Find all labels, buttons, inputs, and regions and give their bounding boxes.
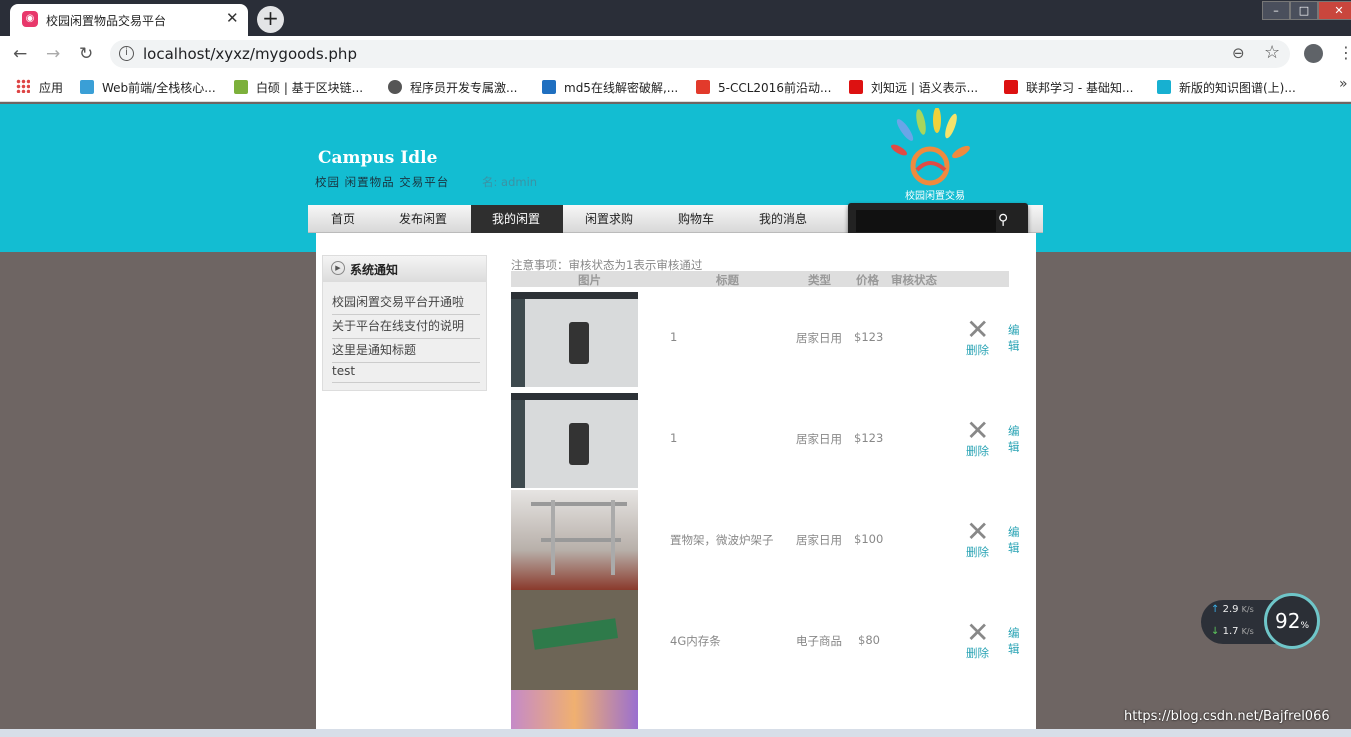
- delete-icon[interactable]: ✕: [966, 518, 989, 546]
- bookmark-apps[interactable]: 应用: [39, 79, 63, 96]
- minimize-button[interactable]: –: [1262, 1, 1290, 20]
- nav-cart[interactable]: 购物车: [678, 210, 714, 227]
- close-window-button[interactable]: ✕: [1318, 1, 1351, 20]
- nav-wanted[interactable]: 闲置求购: [585, 210, 633, 227]
- taskbar: [0, 729, 1351, 737]
- search-icon[interactable]: ⚲: [998, 212, 1008, 228]
- item-type: 居家日用: [796, 432, 842, 446]
- item-image[interactable]: [511, 292, 638, 387]
- account-icon[interactable]: [1304, 44, 1323, 63]
- item-title: 1: [670, 431, 678, 445]
- item-image[interactable]: [511, 490, 638, 590]
- bookmark-item[interactable]: 白硕 | 基于区块链...: [234, 79, 363, 96]
- item-image[interactable]: [511, 590, 638, 690]
- forward-icon[interactable]: →: [46, 44, 60, 64]
- item-type: 电子商品: [796, 634, 842, 648]
- edit-link[interactable]: 编辑: [1008, 322, 1022, 354]
- bookmark-star-icon[interactable]: ☆: [1264, 42, 1280, 63]
- user-name: 名: admin: [482, 175, 538, 189]
- site-subtitle: 校园 闲置物品 交易平台: [315, 175, 450, 189]
- edit-link[interactable]: 编辑: [1008, 625, 1022, 657]
- item-price: $123: [854, 330, 884, 344]
- info-icon[interactable]: i: [119, 46, 134, 61]
- item-price: $100: [854, 532, 884, 546]
- bookmark-favicon-icon: [234, 80, 248, 94]
- bookmark-item[interactable]: Web前端/全栈核心...: [80, 79, 216, 96]
- notice-title: 系统通知: [350, 263, 399, 277]
- logo-caption: 校园闲置交易: [905, 189, 965, 202]
- site-title: Campus Idle: [318, 148, 438, 168]
- edit-link[interactable]: 编辑: [1008, 423, 1022, 455]
- bookmark-item[interactable]: 程序员开发专属激...: [388, 79, 517, 96]
- nav-publish[interactable]: 发布闲置: [399, 210, 447, 227]
- item-price: $123: [854, 431, 884, 445]
- nav-home[interactable]: 首页: [331, 210, 355, 227]
- csdn-icon: [849, 80, 863, 94]
- nav-messages[interactable]: 我的消息: [759, 210, 807, 227]
- notice-item[interactable]: 这里是通知标题: [332, 341, 480, 363]
- bookmark-item[interactable]: md5在线解密破解,...: [542, 79, 678, 96]
- item-image[interactable]: [511, 690, 638, 729]
- delete-link[interactable]: 删除: [966, 645, 989, 661]
- play-icon: ▶: [331, 261, 345, 275]
- globe-icon: [388, 80, 402, 94]
- download-speed: ↓ 1.7 K/s: [1211, 626, 1254, 637]
- upload-speed: ↑ 2.9 K/s: [1211, 604, 1254, 615]
- reload-icon[interactable]: ↻: [79, 44, 93, 64]
- item-image[interactable]: [511, 393, 638, 488]
- delete-icon[interactable]: ✕: [966, 619, 989, 647]
- back-icon[interactable]: ←: [13, 44, 27, 64]
- bookmark-item[interactable]: 联邦学习 - 基础知...: [1004, 79, 1133, 96]
- notice-item[interactable]: 关于平台在线支付的说明: [332, 317, 480, 339]
- site-logo: 校园闲置交易: [891, 108, 970, 202]
- column-header: 类型: [808, 273, 831, 287]
- item-title: 4G内存条: [670, 634, 721, 648]
- item-price: $80: [858, 633, 880, 647]
- new-tab-button[interactable]: +: [257, 6, 284, 33]
- url-text[interactable]: localhost/xyxz/mygoods.php: [143, 45, 357, 63]
- column-header: 图片: [578, 273, 601, 287]
- zoom-icon[interactable]: ⊖: [1232, 44, 1245, 62]
- item-type: 居家日用: [796, 533, 842, 547]
- item-title: 1: [670, 330, 678, 344]
- menu-icon[interactable]: ⋮: [1338, 43, 1351, 62]
- item-title: 置物架，微波炉架子: [670, 533, 774, 547]
- memory-usage-gauge[interactable]: 92%: [1264, 593, 1320, 649]
- notice-header: [323, 256, 486, 282]
- tab-title: 校园闲置物品交易平台: [46, 14, 167, 28]
- bookmark-favicon-icon: [696, 80, 710, 94]
- bilibili-icon: [1157, 80, 1171, 94]
- bookmark-favicon-icon: [542, 80, 556, 94]
- delete-link[interactable]: 删除: [966, 443, 989, 459]
- column-header: 价格: [856, 273, 879, 287]
- bookmark-item[interactable]: 新版的知识图谱(上)...: [1157, 79, 1296, 96]
- delete-icon[interactable]: ✕: [966, 316, 989, 344]
- column-header: 标题: [716, 273, 739, 287]
- bookmark-item[interactable]: 5-CCL2016前沿动...: [696, 79, 831, 96]
- apps-icon[interactable]: [16, 79, 30, 93]
- csdn-icon: [1004, 80, 1018, 94]
- search-input[interactable]: [856, 210, 996, 232]
- nav-my-items[interactable]: 我的闲置: [492, 210, 540, 227]
- column-header: 审核状态: [891, 273, 937, 287]
- delete-link[interactable]: 删除: [966, 342, 989, 358]
- delete-link[interactable]: 删除: [966, 544, 989, 560]
- bookmarks-more-icon[interactable]: »: [1339, 76, 1348, 92]
- browser-tab[interactable]: ◉ 校园闲置物品交易平台 ✕: [10, 4, 248, 36]
- bookmark-favicon-icon: [80, 80, 94, 94]
- edit-link[interactable]: 编辑: [1008, 524, 1022, 556]
- notice-item[interactable]: 校园闲置交易平台开通啦: [332, 293, 480, 315]
- maximize-button[interactable]: □: [1290, 1, 1318, 20]
- close-tab-icon[interactable]: ✕: [226, 9, 239, 27]
- watermark: https://blog.csdn.net/Bajfrel066: [1124, 709, 1330, 724]
- item-type: 居家日用: [796, 331, 842, 345]
- bookmark-item[interactable]: 刘知远 | 语义表示...: [849, 79, 978, 96]
- notice-item[interactable]: test: [332, 364, 480, 383]
- delete-icon[interactable]: ✕: [966, 417, 989, 445]
- site-favicon-icon: ◉: [22, 11, 38, 27]
